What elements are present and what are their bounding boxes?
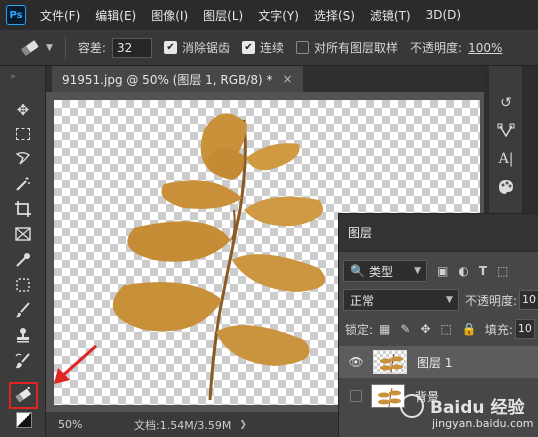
blend-mode-value: 正常 (350, 293, 375, 308)
swatches-icon[interactable] (495, 176, 517, 198)
document-tab-bar: 91951.jpg @ 50% (图层 1, RGB/8) * × (46, 66, 484, 92)
antialias-option[interactable]: ✔ 消除锯齿 (163, 39, 230, 56)
color-swatch-icon[interactable] (16, 412, 32, 428)
visibility-toggle[interactable] (350, 390, 362, 402)
opacity-input[interactable]: 100% (468, 41, 502, 55)
frame-icon[interactable] (10, 222, 36, 246)
antialias-label: 消除锯齿 (181, 41, 230, 55)
watermark: Baidu 经验 jingyan.baidu.com (392, 390, 538, 437)
chevron-down-icon[interactable]: ▼ (46, 43, 53, 53)
close-icon[interactable]: × (282, 72, 292, 86)
layer-filter-row: 🔍 类型 ▼ ▣ ◐ T ⬚ (339, 260, 538, 282)
history-brush-icon[interactable] (10, 349, 36, 373)
tools-panel: » ✥ (0, 66, 46, 437)
menu-edit[interactable]: 编辑(E) (95, 7, 136, 24)
document-size-info: 文档:1.54M/3.59M (134, 418, 232, 432)
panel-grip-icon[interactable]: » (10, 72, 17, 82)
document-tab-title: 91951.jpg @ 50% (图层 1, RGB/8) * (62, 72, 273, 87)
watermark-url: jingyan.baidu.com (432, 417, 534, 430)
tool-preset-picker[interactable] (20, 38, 40, 58)
magic-eraser-icon (21, 39, 39, 56)
lock-artboard-icon[interactable]: ⬚ (441, 322, 452, 336)
magic-wand-icon[interactable] (10, 172, 36, 196)
lock-transparent-icon[interactable]: ▦ (379, 322, 390, 336)
document-tab[interactable]: 91951.jpg @ 50% (图层 1, RGB/8) * × (52, 66, 303, 92)
blend-row: 正常 ▼ 不透明度: 10 (339, 289, 538, 311)
blend-mode-select[interactable]: 正常 ▼ (343, 289, 459, 311)
marquee-icon[interactable] (10, 122, 36, 146)
layer-filter-select[interactable]: 🔍 类型 ▼ (343, 260, 427, 282)
menu-bar: Ps 文件(F) 编辑(E) 图像(I) 图层(L) 文字(Y) 选择(S) 滤… (0, 0, 538, 30)
lock-image-icon[interactable]: ✎ (400, 322, 410, 336)
menu-image[interactable]: 图像(I) (151, 7, 188, 24)
contiguous-option[interactable]: ✔ 连续 (241, 39, 284, 56)
chevron-right-icon[interactable]: ❯ (239, 420, 247, 430)
lock-position-icon[interactable]: ✥ (420, 322, 430, 336)
lock-row: 锁定: ▦ ✎ ✥ ⬚ 🔒 填充: 10 (339, 319, 538, 339)
annotation-arrow (54, 344, 97, 384)
contiguous-label: 连续 (259, 41, 284, 55)
crop-icon[interactable] (10, 197, 36, 221)
brush-icon[interactable] (10, 298, 36, 322)
options-bar: ▼ 容差: 32 ✔ 消除锯齿 ✔ 连续 对所有图层取样 不透明度: 100% (0, 30, 538, 66)
tolerance-input[interactable]: 32 (111, 37, 152, 58)
menu-layer[interactable]: 图层(L) (203, 7, 243, 24)
sample-all-label: 对所有图层取样 (314, 41, 399, 55)
baidu-paw-icon (400, 394, 424, 418)
contiguous-checkbox[interactable]: ✔ (241, 41, 255, 54)
fill-input[interactable]: 10 (514, 319, 535, 339)
zoom-level[interactable]: 50% (58, 418, 98, 431)
filter-type-icon[interactable]: T (479, 264, 487, 278)
layer-filter-kind: 类型 (368, 264, 393, 279)
history-icon[interactable]: ↺ (495, 92, 517, 114)
eye-icon[interactable]: 👁 (345, 355, 367, 369)
divider (64, 36, 66, 59)
sample-all-checkbox[interactable] (296, 41, 309, 54)
photoshop-logo: Ps (6, 5, 26, 25)
menu-select[interactable]: 选择(S) (314, 7, 355, 24)
opacity-label: 不透明度: (410, 41, 463, 55)
status-bar: 50% 文档:1.54M/3.59M ❯ (46, 412, 338, 437)
chevron-down-icon: ▼ (446, 295, 453, 305)
menu-file[interactable]: 文件(F) (40, 7, 80, 24)
lock-label: 锁定: (345, 322, 374, 337)
character-icon[interactable]: A| (495, 148, 517, 170)
layer-opacity-label: 不透明度: (464, 293, 517, 308)
paths-icon[interactable] (495, 120, 517, 142)
layers-panel-header: 图层 (339, 214, 538, 252)
antialias-checkbox[interactable]: ✔ (163, 41, 177, 54)
selected-tool-highlight (9, 382, 38, 409)
menu-type[interactable]: 文字(Y) (258, 7, 299, 24)
filter-adjustment-icon[interactable]: ◐ (458, 264, 468, 278)
watermark-title: Baidu 经验 (430, 398, 525, 418)
fill-label: 填充: (484, 322, 513, 337)
healing-brush-icon[interactable] (10, 273, 36, 297)
layer-row-layer1[interactable]: 👁 图层 1 (339, 346, 538, 378)
search-icon: 🔍 (350, 264, 365, 278)
stamp-icon[interactable] (10, 323, 36, 347)
move-icon[interactable]: ✥ (10, 98, 36, 122)
layer-thumbnail (373, 350, 407, 374)
filter-pixel-icon[interactable]: ▣ (437, 264, 448, 278)
layer-name[interactable]: 图层 1 (417, 354, 452, 371)
lasso-icon[interactable] (10, 147, 36, 171)
filter-shape-icon[interactable]: ⬚ (497, 264, 508, 278)
chevron-down-icon: ▼ (414, 266, 421, 276)
menu-filter[interactable]: 滤镜(T) (370, 7, 411, 24)
lock-all-icon[interactable]: 🔒 (462, 322, 477, 336)
sample-all-option[interactable]: 对所有图层取样 (296, 39, 398, 56)
layers-panel-title[interactable]: 图层 (348, 224, 372, 241)
eyedropper-icon[interactable] (10, 248, 36, 272)
menu-3d[interactable]: 3D(D) (426, 8, 461, 22)
layer-opacity-input[interactable]: 10 (519, 290, 538, 310)
tolerance-label: 容差: (77, 41, 106, 55)
